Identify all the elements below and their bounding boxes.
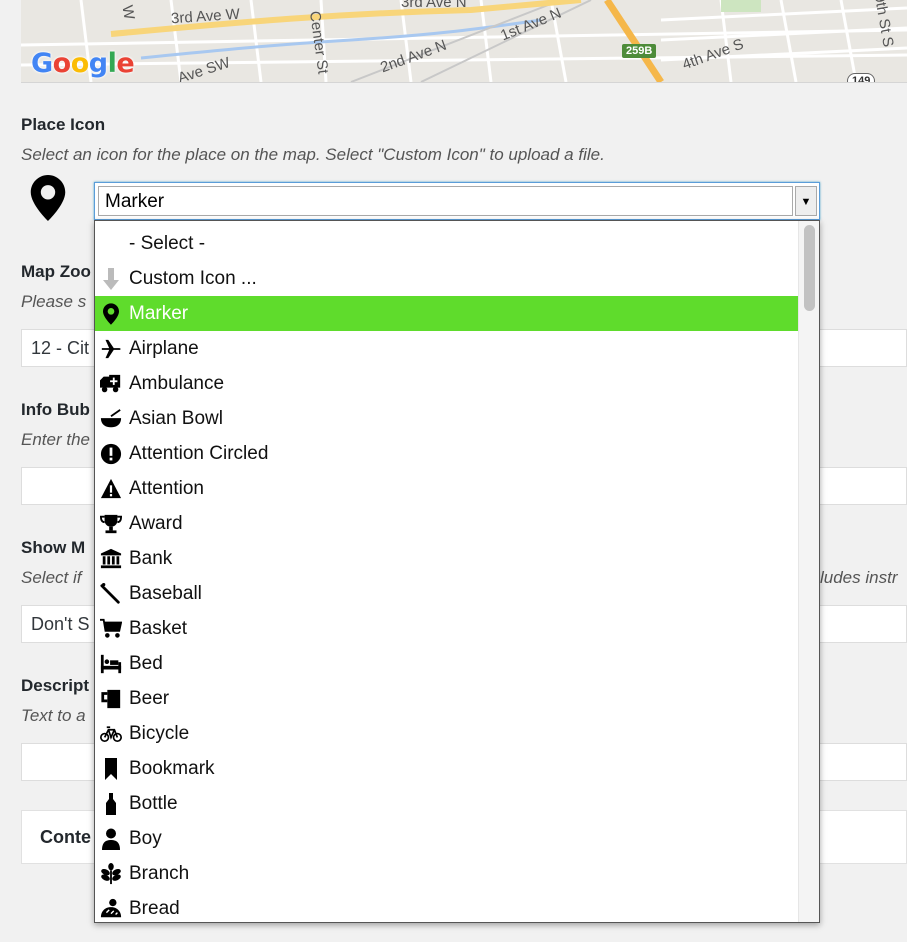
branch-icon: [100, 863, 122, 885]
option-basket[interactable]: Basket: [95, 611, 799, 646]
option-airplane[interactable]: Airplane: [95, 331, 799, 366]
bed-icon: [100, 653, 122, 675]
description-title: Descript: [21, 676, 90, 695]
map-marker-icon: [100, 303, 122, 325]
map-street-label: 3rd Ave N: [401, 0, 467, 11]
attention-circled-icon: [100, 443, 122, 465]
bread-icon: [100, 898, 122, 920]
map-highway-badge: 259B: [622, 44, 657, 58]
boy-icon: [100, 828, 122, 850]
ambulance-icon: [100, 373, 122, 395]
bicycle-icon: [100, 723, 122, 745]
place-icon-description: Select an icon for the place on the map.…: [21, 145, 605, 164]
award-icon: [100, 513, 122, 535]
map-zoom-description: Please s: [21, 292, 87, 311]
option-marker[interactable]: Marker: [95, 296, 799, 331]
info-bubble-title: Info Bub: [21, 400, 90, 419]
basket-icon: [100, 618, 122, 640]
place-icon-title: Place Icon: [21, 115, 106, 134]
bottle-icon: [100, 793, 122, 815]
baseball-icon: [100, 583, 122, 605]
option-bank[interactable]: Bank: [95, 541, 799, 576]
show-map-description: Select if: [21, 568, 82, 587]
map-roads: [21, 0, 907, 82]
asian-bowl-icon: [100, 408, 122, 430]
option-baseball[interactable]: Baseball: [95, 576, 799, 611]
option-select[interactable]: - Select -: [95, 226, 799, 261]
map-marker-icon: [30, 175, 66, 226]
google-logo: Google: [31, 48, 135, 79]
option-custom-icon[interactable]: Custom Icon ...: [95, 261, 799, 296]
attention-icon: [100, 478, 122, 500]
map-route-badge: 149: [847, 73, 876, 82]
option-beer[interactable]: Beer: [95, 681, 799, 716]
option-attention[interactable]: Attention: [95, 471, 799, 506]
show-map-title: Show M: [21, 538, 86, 557]
map-street-label: W: [118, 4, 138, 21]
bank-icon: [100, 548, 122, 570]
bookmark-icon: [100, 758, 122, 780]
option-boy[interactable]: Boy: [95, 821, 799, 856]
option-attention-circled[interactable]: Attention Circled: [95, 436, 799, 471]
beer-icon: [100, 688, 122, 710]
place-icon-select-value[interactable]: Marker: [98, 186, 793, 216]
description-hint: Text to a: [21, 706, 86, 725]
place-icon-dropdown[interactable]: - Select - Custom Icon ... Marker Airpla…: [94, 220, 820, 923]
content-panel-title: Conte: [40, 827, 91, 847]
dropdown-scrollbar-thumb[interactable]: [804, 225, 815, 311]
show-map-description-tail: ludes instr: [820, 568, 898, 587]
option-bookmark[interactable]: Bookmark: [95, 751, 799, 786]
option-bread[interactable]: Bread: [95, 891, 799, 922]
option-award[interactable]: Award: [95, 506, 799, 541]
option-bicycle[interactable]: Bicycle: [95, 716, 799, 751]
place-icon-select[interactable]: Marker ▼: [94, 182, 820, 220]
airplane-icon: [100, 338, 122, 360]
dropdown-scrollbar[interactable]: [798, 221, 819, 922]
option-ambulance[interactable]: Ambulance: [95, 366, 799, 401]
option-bed[interactable]: Bed: [95, 646, 799, 681]
info-bubble-description: Enter the: [21, 430, 90, 449]
chevron-down-icon[interactable]: ▼: [795, 186, 817, 216]
map-zoom-title: Map Zoo: [21, 262, 91, 281]
option-asian-bowl[interactable]: Asian Bowl: [95, 401, 799, 436]
option-branch[interactable]: Branch: [95, 856, 799, 891]
arrow-down-icon: [100, 268, 122, 290]
map-preview[interactable]: 3rd Ave W 3rd Ave N 1st Ave N 2nd Ave N …: [21, 0, 907, 83]
place-icon-options: - Select - Custom Icon ... Marker Airpla…: [95, 226, 799, 922]
option-bottle[interactable]: Bottle: [95, 786, 799, 821]
